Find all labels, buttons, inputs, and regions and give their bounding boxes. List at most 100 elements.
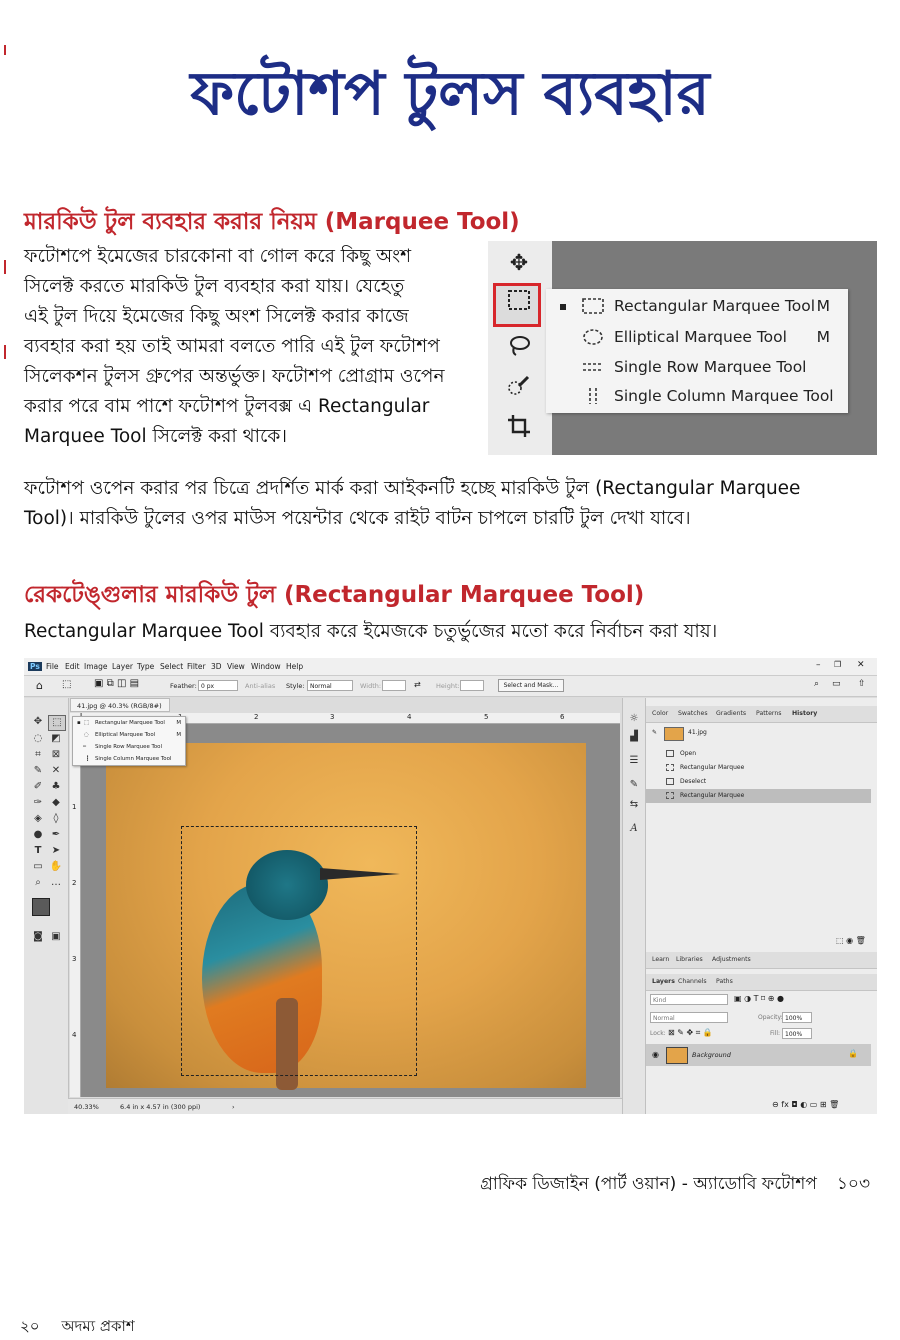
levels-icon[interactable]: ▟: [627, 730, 641, 744]
rectangular-marquee-icon[interactable]: ⬚: [48, 715, 66, 731]
tab-patterns[interactable]: Patterns: [756, 710, 781, 717]
path-select-icon[interactable]: ➤: [48, 844, 64, 858]
tab-swatches[interactable]: Swatches: [678, 710, 708, 717]
flyout-item-rectangular[interactable]: ▪ ⬚ Rectangular Marquee Tool M: [73, 717, 185, 729]
selection-mode-icons[interactable]: ▣ ⧉ ◫ ▤: [94, 678, 139, 689]
rectangular-marquee-icon[interactable]: [500, 288, 538, 322]
menu-item-single-column[interactable]: Single Column Marquee Tool: [546, 381, 848, 411]
menu-filter[interactable]: Filter: [187, 662, 206, 671]
tab-libraries[interactable]: Libraries: [676, 956, 703, 963]
menu-help[interactable]: Help: [286, 662, 303, 671]
healing-brush-icon[interactable]: ✕: [48, 764, 64, 778]
menu-3d[interactable]: 3D: [211, 662, 222, 671]
history-item-active[interactable]: Rectangular Marquee: [646, 789, 871, 803]
eyedropper-icon[interactable]: ✎: [30, 764, 46, 778]
menu-type[interactable]: Type: [137, 662, 154, 671]
chevron-right-icon[interactable]: ›: [232, 1103, 235, 1111]
height-input[interactable]: [460, 680, 484, 691]
more-tools-icon[interactable]: …: [48, 876, 64, 890]
minimize-icon[interactable]: –: [816, 660, 821, 670]
workspace-icon[interactable]: ▭: [832, 679, 841, 689]
select-and-mask-button[interactable]: Select and Mask...: [498, 679, 564, 692]
menu-item-single-row[interactable]: Single Row Marquee Tool: [546, 352, 848, 382]
menu-item-elliptical[interactable]: Elliptical Marquee Tool M: [546, 322, 848, 352]
history-actions-icons[interactable]: ⬚ ◉ 🗑: [836, 936, 866, 945]
crop-tool-icon[interactable]: [500, 413, 538, 447]
flyout-item-single-column[interactable]: ┇ Single Column Marquee Tool: [73, 753, 185, 765]
menu-select[interactable]: Select: [160, 662, 183, 671]
share-icon[interactable]: ⇧: [858, 679, 866, 689]
layer-actions-icons[interactable]: ⊖ fx ◘ ◐ ▭ ⊞ 🗑: [772, 1100, 839, 1109]
hand-tool-icon[interactable]: ✋: [48, 860, 64, 874]
history-brush-icon[interactable]: ✑: [30, 796, 46, 810]
menu-image[interactable]: Image: [84, 662, 108, 671]
screen-mode-icon[interactable]: ▣: [48, 930, 64, 944]
flyout-item-single-row[interactable]: ┅ Single Row Marquee Tool: [73, 741, 185, 753]
marquee-selection[interactable]: [181, 826, 417, 1076]
tab-layers[interactable]: Layers: [652, 978, 675, 985]
menu-layer[interactable]: Layer: [112, 662, 133, 671]
tab-learn[interactable]: Learn: [652, 956, 669, 963]
dodge-tool-icon[interactable]: ●: [30, 828, 46, 842]
blur-tool-icon[interactable]: ◊: [48, 812, 64, 826]
menu-item-rectangular[interactable]: Rectangular Marquee Tool M: [546, 291, 848, 321]
fill-input[interactable]: 100%: [782, 1028, 812, 1039]
object-select-icon[interactable]: ◩: [48, 732, 64, 746]
brightness-icon[interactable]: ☼: [627, 712, 641, 726]
frame-tool-icon[interactable]: ⊠: [48, 748, 64, 762]
character-icon[interactable]: A: [627, 822, 641, 836]
tab-paths[interactable]: Paths: [716, 978, 733, 985]
stamp-tool-icon[interactable]: ♣: [48, 780, 64, 794]
style-select[interactable]: Normal: [307, 680, 353, 691]
zoom-tool-icon[interactable]: ⌕: [30, 876, 46, 890]
tab-adjustments[interactable]: Adjustments: [712, 956, 751, 963]
marquee-preset-icon[interactable]: ⬚: [62, 679, 71, 690]
move-tool-icon[interactable]: ✥: [500, 247, 538, 281]
menu-file[interactable]: File: [46, 662, 59, 671]
brush-settings-icon[interactable]: ✎: [627, 778, 641, 792]
flyout-item-elliptical[interactable]: ◌ Elliptical Marquee Tool M: [73, 729, 185, 741]
foreground-color-swatch[interactable]: [32, 898, 50, 916]
history-item[interactable]: Open: [646, 747, 871, 761]
history-item[interactable]: Deselect: [646, 775, 871, 789]
zoom-level[interactable]: 40.33%: [74, 1103, 99, 1111]
lasso-tool-icon[interactable]: ◌: [30, 732, 46, 746]
quick-mask-icon[interactable]: ◙: [30, 930, 46, 944]
close-icon[interactable]: ✕: [857, 660, 865, 670]
opacity-input[interactable]: 100%: [782, 1012, 812, 1023]
eraser-icon[interactable]: ◆: [48, 796, 64, 810]
lasso-tool-icon[interactable]: [500, 333, 538, 367]
menu-window[interactable]: Window: [251, 662, 281, 671]
rectangle-tool-icon[interactable]: ▭: [30, 860, 46, 874]
layer-filter-icons[interactable]: ▣ ◑ T ⌑ ⊕ ●: [734, 994, 784, 1003]
pen-tool-icon[interactable]: ✒: [48, 828, 64, 842]
history-snapshot[interactable]: ✎ 41.jpg: [646, 726, 871, 741]
document-tab[interactable]: 41.jpg @ 40.3% (RGB/8#): [70, 698, 170, 712]
layer-kind-filter[interactable]: Kind: [650, 994, 728, 1005]
menu-edit[interactable]: Edit: [65, 662, 80, 671]
search-icon[interactable]: ⌕: [814, 679, 819, 689]
eye-icon[interactable]: ◉: [652, 1050, 659, 1059]
layer-row-background[interactable]: ◉ Background 🔒: [646, 1044, 871, 1066]
history-item[interactable]: Rectangular Marquee: [646, 761, 871, 775]
lock-icons[interactable]: ⊠ ✎ ✥ ⌗ 🔒: [668, 1028, 713, 1038]
tab-history[interactable]: History: [792, 710, 817, 717]
properties-icon[interactable]: ☰: [627, 754, 641, 768]
width-input[interactable]: [382, 680, 406, 691]
swap-icon[interactable]: ⇄: [414, 680, 421, 689]
tab-color[interactable]: Color: [652, 710, 668, 717]
home-icon[interactable]: ⌂: [36, 679, 43, 692]
tab-gradients[interactable]: Gradients: [716, 710, 746, 717]
blend-mode-select[interactable]: Normal: [650, 1012, 728, 1023]
brush-tool-icon[interactable]: ✐: [30, 780, 46, 794]
paint-bucket-icon[interactable]: ◈: [30, 812, 46, 826]
crop-tool-icon[interactable]: ⌗: [30, 748, 46, 762]
restore-icon[interactable]: ❐: [834, 660, 841, 669]
move-tool-icon[interactable]: ✥: [30, 715, 46, 729]
antialias-checkbox[interactable]: Anti-alias: [245, 682, 275, 690]
menu-view[interactable]: View: [227, 662, 245, 671]
type-tool-icon[interactable]: T: [30, 844, 46, 858]
feather-input[interactable]: 0 px: [198, 680, 238, 691]
tab-channels[interactable]: Channels: [678, 978, 707, 985]
quick-selection-icon[interactable]: [500, 373, 538, 407]
